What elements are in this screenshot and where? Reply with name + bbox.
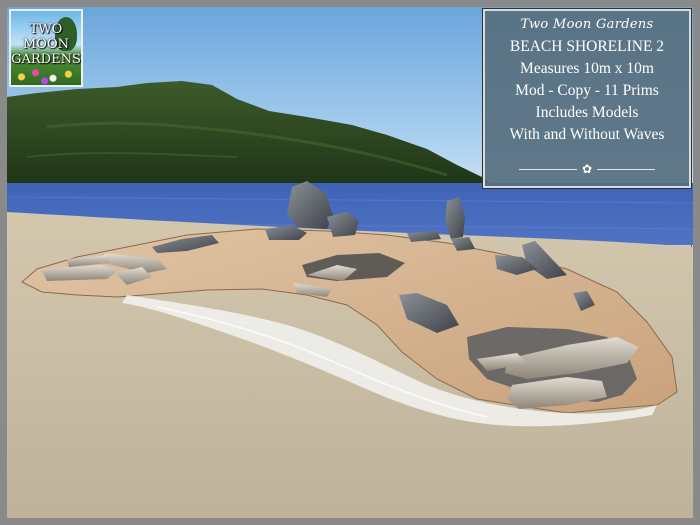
product-title: BEACH SHORELINE 2 bbox=[509, 38, 665, 55]
two-moon-gardens-logo: TWO MOON GARDENS bbox=[9, 9, 83, 87]
flower-icon: ✿ bbox=[581, 162, 593, 176]
product-waves: With and Without Waves bbox=[509, 126, 665, 143]
brand-name: Two Moon Gardens bbox=[520, 17, 654, 32]
product-permissions: Mod - Copy - 11 Prims bbox=[515, 82, 659, 99]
logo-text-line2: MOON bbox=[22, 37, 69, 52]
logo-text-line1: TWO bbox=[29, 22, 63, 37]
product-info-panel: Two Moon Gardens BEACH SHORELINE 2 Measu… bbox=[483, 9, 691, 188]
product-models: Includes Models bbox=[535, 104, 639, 121]
logo-text-line3: GARDENS bbox=[11, 52, 81, 67]
ornament-divider: ✿ bbox=[519, 163, 655, 175]
product-size: Measures 10m x 10m bbox=[520, 60, 654, 77]
